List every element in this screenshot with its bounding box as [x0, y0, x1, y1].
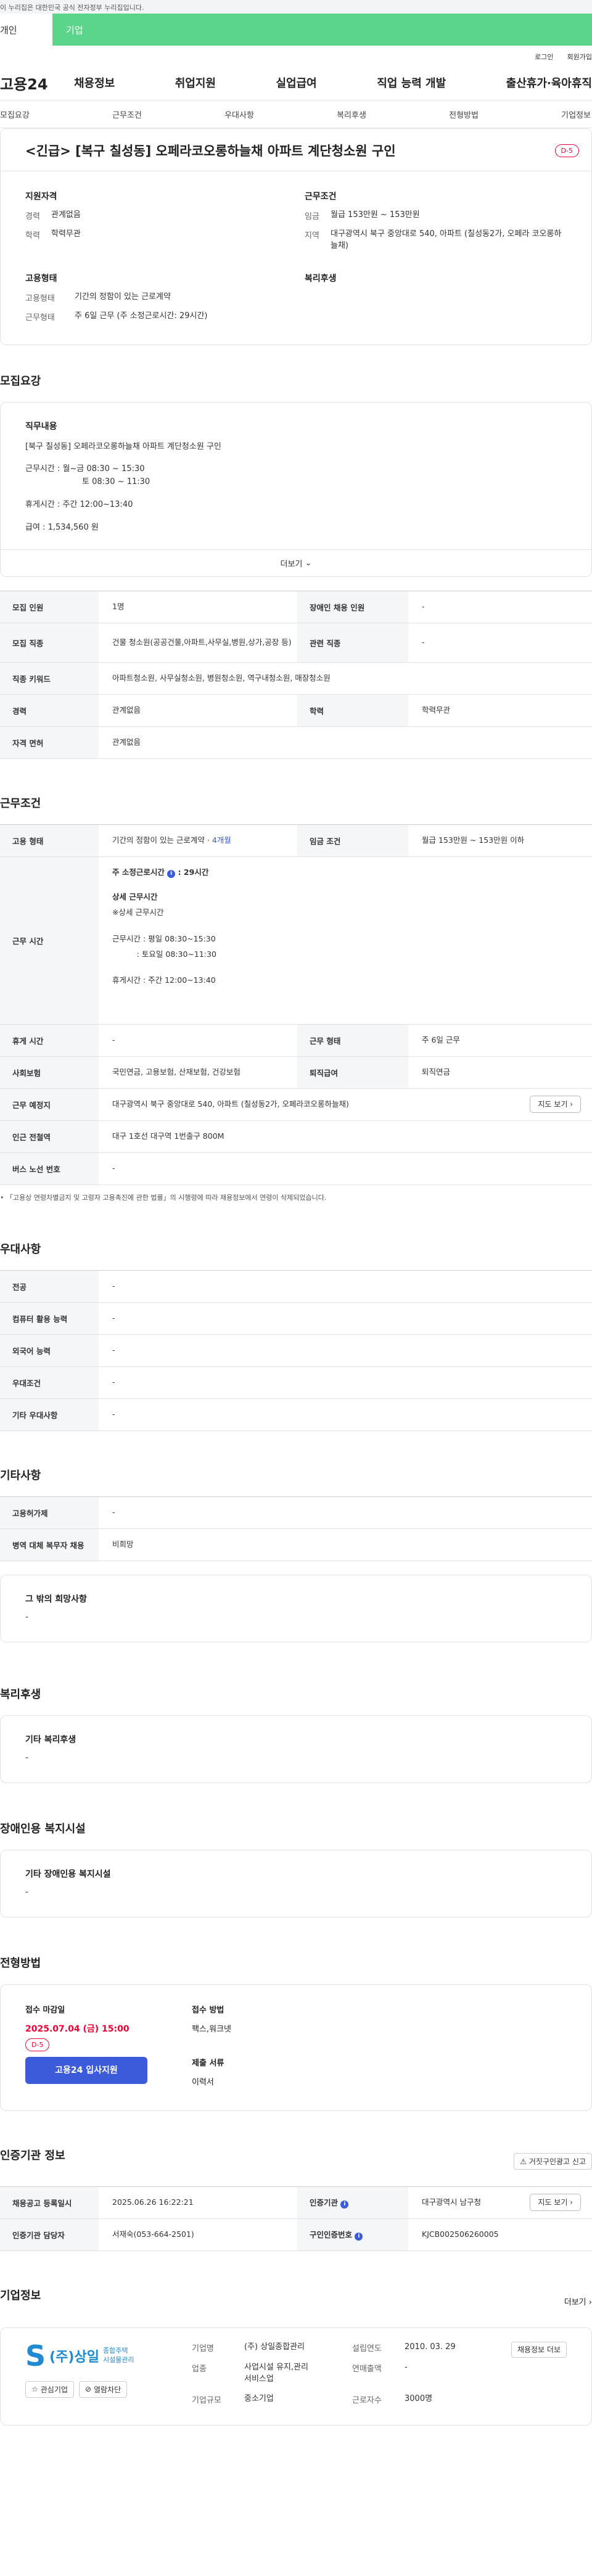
signup-link[interactable]: 회원가입 — [567, 52, 592, 65]
block-button[interactable]: ⊘ 열람차단 — [78, 2381, 128, 2398]
gov-banner: 이 누리집은 대한민국 공식 전자정부 누리집입니다. — [0, 0, 592, 14]
gnb-item-jobs[interactable]: 채용정보 — [74, 75, 115, 91]
report-button[interactable]: ⚠ 거짓구인광고 신고 — [514, 2153, 592, 2170]
disabled-section: 장애인용 복지시설 기타 장애인용 복지시설 - — [0, 1783, 592, 1918]
company-jobs-button[interactable]: 채용정보 더보 — [511, 2341, 567, 2358]
info-icon[interactable]: i — [340, 2201, 349, 2209]
work-block: 근무조건 임금 월급 153만원 ~ 153만원 지역 대구광역시 북구 중앙대로 … — [305, 192, 562, 250]
welfare-card: 기타 복리후생 - — [0, 1715, 592, 1783]
anchor-welfare[interactable]: 복리후생 — [337, 109, 366, 120]
welfare-block: 복리후생 — [305, 273, 337, 284]
etc-section: 기타사항 고용허가제 - 병역 대체 복무자 채용 비희망 그 밖의 희망사항 - — [0, 1431, 592, 1643]
anchor-tabs: 모집요강 근무조건 우대사항 복리후생 전형방법 기업정보 — [0, 100, 592, 128]
deadline-date: 2025.07.04 (금) 15:00 — [25, 2024, 130, 2034]
gnb-item-employment-support[interactable]: 취업지원 — [175, 75, 216, 91]
global-nav: 고용24 채용정보 취업지원 실업급여 직업 능력 개발 출산휴가·육아휴직 — [0, 65, 592, 100]
info-icon[interactable]: i — [355, 2233, 363, 2241]
gnb-item-unemployment[interactable]: 실업급여 — [276, 75, 317, 91]
tab-company[interactable]: 기업 — [52, 14, 592, 46]
anchor-recruit[interactable]: 모집요강 — [0, 109, 30, 120]
anchor-work[interactable]: 근무조건 — [112, 109, 142, 120]
tab-personal[interactable]: 개인 — [0, 14, 52, 46]
siren-icon: ⚠ — [520, 2157, 527, 2166]
screening-section: 전형방법 접수 마감일 2025.07.04 (금) 15:00 D-5 고용2… — [0, 1918, 592, 2111]
recruit-section: 모집요강 직무내용 [북구 칠성동] 오페라코오롱하늘채 아파트 계단청소원 구… — [0, 345, 592, 759]
info-icon[interactable]: i — [167, 869, 176, 878]
recruit-title: 모집요강 — [0, 374, 41, 388]
company-section: 기업정보 더보기 › S (주)상일 종합주택 시설물관리 ☆ 관심기업 ⊘ 열람차단… — [0, 2251, 592, 2426]
anchor-company[interactable]: 기업정보 — [561, 109, 591, 120]
etc-table: 고용허가제 - 병역 대체 복무자 채용 비희망 — [0, 1496, 592, 1561]
age-note: • 「고용상 연령차별금지 및 고령자 고용촉진에 관한 법률」의 시행령에 따… — [0, 1193, 327, 1202]
org-table: 채용공고 등록일시 2025.06.26 16:22:21 인증기관 i 대구광역시 … — [0, 2186, 592, 2251]
anchor-pref[interactable]: 우대사항 — [224, 109, 254, 120]
job-desc-card: 직무내용 [북구 칠성동] 오페라코오롱하늘채 아파트 계단청소원 구인 근무시… — [0, 401, 592, 577]
qual-block: 지원자격 경력 관계없음 학력 학력무관 — [25, 192, 81, 240]
dday-badge: D-5 — [25, 2038, 50, 2051]
dday-badge: D-5 — [554, 144, 579, 157]
work-table: 고용 형태 기간의 정함이 있는 근로계약 · 4개월 임금 조건 월급 153만원 … — [0, 824, 592, 1185]
org-section: 인증기관 정보 ⚠ 거짓구인광고 신고 채용공고 등록일시 2025.06.26 1… — [0, 2111, 592, 2251]
work-section: 근무조건 고용 형태 기간의 정함이 있는 근로계약 · 4개월 임금 조건 월급 1… — [0, 759, 592, 1202]
login-link[interactable]: 로그인 — [535, 52, 553, 65]
company-card: S (주)상일 종합주택 시설물관리 ☆ 관심기업 ⊘ 열람차단 기업명 (주) 상일종… — [0, 2327, 592, 2426]
company-logo: S (주)상일 종합주택 시설물관리 — [25, 2339, 134, 2373]
disabled-card: 기타 장애인용 복지시설 - — [0, 1849, 592, 1918]
fav-company-button[interactable]: ☆ 관심기업 — [25, 2381, 74, 2398]
welfare-section: 복리후생 기타 복리후생 - — [0, 1643, 592, 1783]
screening-card: 접수 마감일 2025.07.04 (금) 15:00 D-5 고용24 입사지… — [0, 1983, 592, 2111]
map-button[interactable]: 지도 보기 › — [530, 1096, 581, 1114]
apply-button[interactable]: 고용24 입사지원 — [25, 2056, 147, 2084]
pref-table: 전공 - 컴퓨터 활용 능력 - 외국어 능력 - 우대조건 - 기타 우대사항 - — [0, 1270, 592, 1431]
more-button[interactable]: 더보기 ⌄ — [1, 549, 591, 576]
block-icon: ⊘ — [84, 2385, 91, 2394]
user-type-tabs: 개인 기업 — [0, 14, 592, 46]
star-icon: ☆ — [31, 2385, 38, 2394]
other-wish-card: 그 밖의 희망사항 - — [0, 1574, 592, 1643]
anchor-screening[interactable]: 전형방법 — [449, 109, 479, 120]
org-map-button[interactable]: 지도 보기 › — [530, 2194, 581, 2212]
site-logo[interactable]: 고용24 — [0, 72, 74, 94]
gnb-item-leave[interactable]: 출산휴가·육아휴직 — [506, 75, 592, 91]
gnb-item-training[interactable]: 직업 능력 개발 — [377, 75, 446, 91]
recruit-table: 모집 인원 1명 장애인 채용 인원 - 모집 직종 건물 청소원(공공건물,아파트,사… — [0, 590, 592, 759]
emp-block: 고용형태 고용형태 기간의 정함이 있는 근로계약 근무형태 주 6일 근무 (주 … — [25, 273, 208, 322]
job-title: <긴급> [복구 칠성동] 오페라코오롱하늘채 아파트 계단청소원 구인 — [25, 144, 396, 158]
summary-card: <긴급> [복구 칠성동] 오페라코오롱하늘채 아파트 계단청소원 구인 D-5… — [0, 128, 592, 345]
company-more-link[interactable]: 더보기 › — [564, 2295, 592, 2307]
pref-section: 우대사항 전공 - 컴퓨터 활용 능력 - 외국어 능력 - 우대조건 - 기타 우대사… — [0, 1202, 592, 1431]
util-links: 로그인 회원가입 — [0, 46, 592, 65]
chevron-down-icon: ⌄ — [305, 558, 312, 568]
